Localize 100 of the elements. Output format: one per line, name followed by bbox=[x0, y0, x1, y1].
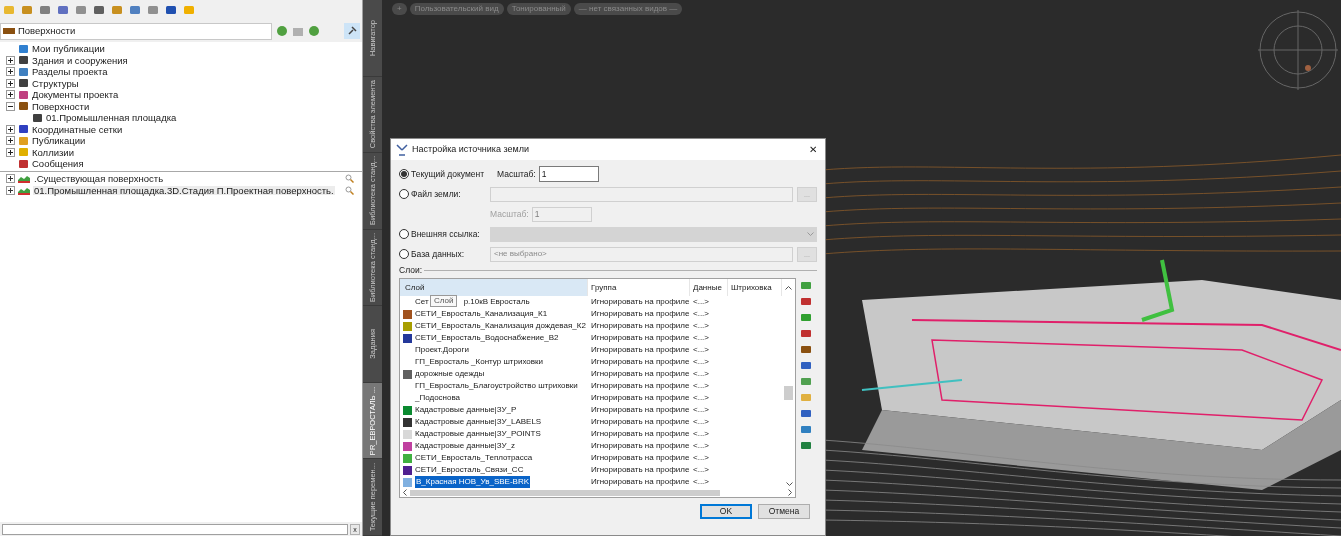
tree-item[interactable]: Координатные сетки bbox=[32, 124, 123, 134]
surface-icon bbox=[18, 174, 30, 183]
tree-item-icon bbox=[18, 135, 29, 146]
toolbar-icon[interactable] bbox=[39, 4, 51, 16]
toolbar-icon[interactable] bbox=[57, 4, 69, 16]
column-header[interactable]: Штриховка bbox=[728, 279, 782, 296]
expand-toggle-icon[interactable] bbox=[6, 55, 15, 65]
toolbar-icon[interactable] bbox=[75, 4, 87, 16]
layer-tool-icon[interactable] bbox=[800, 408, 812, 419]
layer-tool-icon[interactable] bbox=[800, 344, 812, 355]
expand-toggle-icon[interactable] bbox=[6, 186, 15, 195]
expand-toggle-icon[interactable] bbox=[6, 124, 15, 134]
scroll-down-icon[interactable] bbox=[786, 482, 793, 486]
close-button[interactable]: ✕ bbox=[806, 144, 820, 155]
expand-toggle-icon[interactable] bbox=[6, 78, 15, 88]
layer-name[interactable]: СЕТИ_Евросталь_Канализация дождевая_К2 bbox=[415, 320, 586, 332]
tree-item-icon bbox=[18, 89, 29, 100]
layer-tool-icon[interactable] bbox=[800, 424, 812, 435]
scrollbar-thumb[interactable] bbox=[784, 386, 793, 400]
layer-name[interactable]: Кадастровые данные|ЗУ_Р bbox=[415, 404, 517, 416]
tree-item[interactable]: Разделы проекта bbox=[32, 67, 108, 77]
horizontal-scrollbar[interactable] bbox=[400, 488, 795, 497]
group-cell-text: Игнорировать на профиле bbox=[590, 452, 690, 464]
back-icon[interactable] bbox=[276, 25, 288, 37]
layer-name[interactable]: СЕТИ_Евросталь_Теплотрасса bbox=[415, 452, 533, 464]
tree-item[interactable]: Публикации bbox=[32, 136, 86, 146]
search-icon[interactable] bbox=[345, 174, 354, 183]
layer-name[interactable]: _Подоснова bbox=[415, 392, 461, 404]
tree-item[interactable]: Документы проекта bbox=[32, 90, 119, 100]
layer-tool-icon[interactable] bbox=[800, 312, 812, 323]
tree-item[interactable]: Коллизии bbox=[32, 147, 74, 157]
tree-item-icon bbox=[18, 101, 29, 112]
tree-item[interactable]: Мои публикации bbox=[32, 44, 105, 54]
layer-name[interactable]: Кадастровые данные|ЗУ_z bbox=[415, 440, 515, 452]
pin-icon[interactable] bbox=[344, 23, 360, 39]
toolbar-icon[interactable] bbox=[147, 4, 159, 16]
data-cell-text: <...> bbox=[692, 344, 710, 356]
expand-toggle-icon[interactable] bbox=[6, 101, 15, 111]
layer-name[interactable]: ГП_Евросталь_Благоустройство штриховки bbox=[415, 380, 578, 392]
expand-toggle-icon[interactable] bbox=[6, 90, 15, 100]
layer-name[interactable]: Сет bbox=[415, 296, 429, 308]
scale-field[interactable]: 1 bbox=[538, 166, 599, 182]
layer-tool-icon[interactable] bbox=[800, 360, 812, 371]
surface-icon bbox=[18, 186, 30, 195]
scale-label: Масштаб: bbox=[497, 167, 536, 181]
dialog-button[interactable]: Отмена bbox=[758, 504, 810, 519]
radio-button[interactable] bbox=[399, 189, 409, 199]
layer-name[interactable]: СЕТИ_Евросталь_Канализация_К1 bbox=[415, 308, 548, 320]
layer-tool-icon[interactable] bbox=[800, 376, 812, 387]
filter-field[interactable] bbox=[2, 523, 348, 535]
tree-item[interactable]: Структуры bbox=[32, 78, 79, 88]
surface-item[interactable]: 01.Промышленная площадка.3D.Стадия П.Проектная поверхность. bbox=[33, 185, 335, 196]
layer-tool-icon[interactable] bbox=[800, 328, 812, 339]
layer-name[interactable]: Кадастровые данные|ЗУ_LABELS bbox=[415, 416, 542, 428]
tree-item[interactable]: 01.Промышленная площадка bbox=[46, 113, 177, 123]
radio-button[interactable] bbox=[399, 169, 409, 179]
group-cell-text: Игнорировать на профиле bbox=[590, 356, 690, 368]
group-cell-text: Игнорировать на профиле bbox=[590, 416, 690, 428]
scale-field[interactable]: 1 bbox=[531, 206, 592, 222]
layer-name[interactable]: Проект.Дороги bbox=[415, 344, 469, 356]
tree-item[interactable]: Сообщения bbox=[32, 159, 84, 169]
toolbar-icon[interactable] bbox=[129, 4, 141, 16]
forward-icon[interactable] bbox=[308, 25, 320, 37]
group-cell-text: Игнорировать на профиле bbox=[590, 368, 690, 380]
layers-label: Слои: bbox=[399, 263, 423, 277]
column-header[interactable]: Группа bbox=[588, 279, 690, 296]
dialog-button[interactable]: OK bbox=[700, 504, 752, 519]
toolbar-icon[interactable] bbox=[165, 4, 177, 16]
scroll-right-icon[interactable] bbox=[788, 489, 792, 496]
layer-name[interactable]: СЕТИ_Евросталь_Связи_СС bbox=[415, 464, 524, 476]
location-field[interactable]: Поверхности bbox=[0, 22, 272, 40]
scroll-left-icon[interactable] bbox=[403, 489, 407, 496]
column-header[interactable]: Данные bbox=[690, 279, 728, 296]
expand-toggle-icon[interactable] bbox=[6, 147, 15, 157]
tree-item[interactable]: Здания и сооружения bbox=[32, 55, 128, 65]
group-cell-text: Игнорировать на профиле bbox=[590, 476, 690, 488]
expand-toggle-icon[interactable] bbox=[6, 67, 15, 77]
layer-tool-icon[interactable] bbox=[800, 296, 812, 307]
layer-tool-icon[interactable] bbox=[800, 280, 812, 291]
radio-button[interactable] bbox=[399, 249, 409, 259]
data-cell-text: <...> bbox=[692, 416, 710, 428]
layer-name[interactable]: В_Красная НОВ_Ув_SBE-BRK bbox=[415, 476, 530, 488]
expand-toggle-icon[interactable] bbox=[6, 136, 15, 146]
tree-item[interactable]: Поверхности bbox=[32, 101, 90, 111]
layer-name[interactable]: Кадастровые данные|ЗУ_POINTS bbox=[415, 428, 541, 440]
search-icon[interactable] bbox=[345, 186, 354, 195]
group-cell-text: Игнорировать на профиле bbox=[590, 392, 690, 404]
layer-name[interactable]: СЕТИ_Евросталь_Водоснабжение_В2 bbox=[415, 332, 559, 344]
layer-name[interactable]: дорожные одежды bbox=[415, 368, 485, 380]
expand-toggle-icon[interactable] bbox=[6, 174, 15, 183]
file-field[interactable] bbox=[490, 186, 793, 202]
layer-tool-icon[interactable] bbox=[800, 440, 812, 451]
scroll-up-icon[interactable] bbox=[785, 285, 792, 290]
radio-button[interactable] bbox=[399, 229, 409, 239]
toolbar-icon[interactable] bbox=[93, 4, 105, 16]
surface-item[interactable]: .Существующая поверхность bbox=[33, 173, 165, 184]
data-cell-text: <...> bbox=[692, 320, 710, 332]
data-cell-text: <...> bbox=[692, 440, 710, 452]
column-header[interactable]: Слой bbox=[400, 279, 588, 296]
layer-name[interactable]: ГП_Евросталь _Контур штриховки bbox=[415, 356, 543, 368]
